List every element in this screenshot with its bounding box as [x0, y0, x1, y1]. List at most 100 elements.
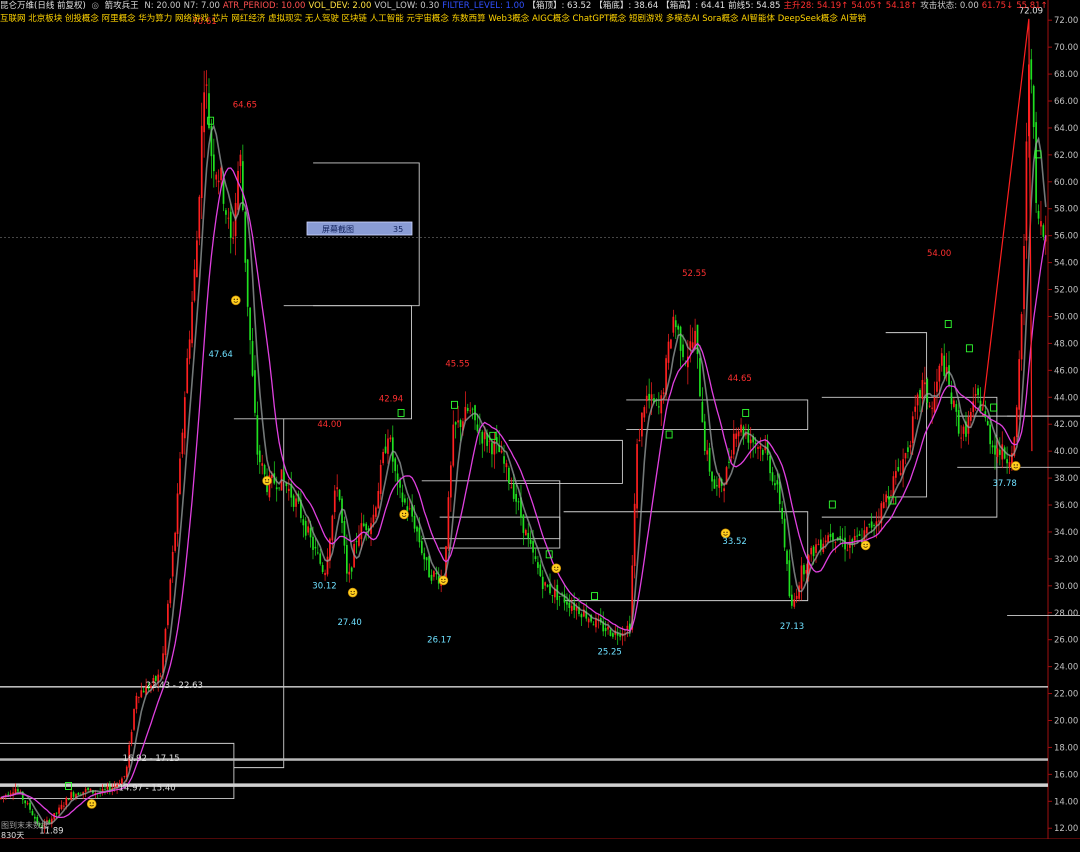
y-tick-label: 62.00: [1054, 151, 1078, 161]
candle-body: [636, 444, 638, 509]
smiley-icon: [551, 563, 562, 574]
candle-body: [488, 440, 491, 442]
candle-body: [899, 472, 902, 476]
candle-body: [868, 523, 871, 525]
candle-body: [510, 487, 513, 489]
candle-body: [706, 450, 709, 455]
candle-body: [401, 492, 404, 503]
candle-body: [171, 551, 174, 577]
buy-signal-icon: [990, 403, 998, 412]
candle-body: [452, 424, 455, 466]
smiley-eye: [264, 479, 267, 481]
candle-body: [72, 792, 75, 797]
candle-body: [394, 458, 397, 472]
smiley-eye: [441, 578, 443, 581]
candle-body: [333, 490, 336, 513]
price-label: 52.55: [682, 269, 706, 279]
param-value: 61.75↓: [981, 1, 1014, 11]
candle-body: [882, 502, 885, 508]
candle-body: [169, 579, 172, 604]
candle-body: [375, 507, 377, 517]
y-tick-label: 32.00: [1054, 555, 1078, 565]
candle-body: [957, 410, 960, 434]
price-label: 42.94: [379, 394, 403, 404]
candle-body: [307, 526, 310, 533]
candle-body: [191, 301, 193, 344]
smiley-eye: [350, 590, 352, 593]
candle-body: [718, 478, 721, 488]
candle-body: [921, 379, 924, 399]
price-label: 44.65: [727, 374, 751, 384]
candle-body: [648, 393, 651, 400]
candle-body: [974, 394, 977, 396]
buy-signal-icon: [591, 592, 598, 601]
candle-body: [962, 426, 965, 434]
candle-body: [1040, 221, 1042, 227]
candle-body: [316, 552, 319, 554]
candle-body: [321, 565, 324, 572]
candle-body: [998, 449, 1001, 455]
settings-icon[interactable]: ◎: [92, 1, 99, 11]
candle-body: [643, 407, 646, 418]
smiley-eye: [554, 566, 556, 569]
stock-title[interactable]: 昆仑万维(日线 前复权): [0, 1, 86, 11]
param-value: N7: 7.00: [183, 1, 220, 11]
price-axis: 12.00 14.00 16.00 18.00 20.00 22.00 24.00 26.00…: [1048, 16, 1078, 834]
candle-body: [699, 358, 701, 397]
candle-body: [672, 316, 675, 333]
y-tick-label: 22.00: [1054, 690, 1078, 700]
candle-body: [254, 370, 256, 413]
candle-body: [338, 489, 341, 500]
candle-body: [546, 585, 549, 587]
candle-body: [641, 412, 643, 437]
candle-body: [17, 789, 19, 792]
stock-chart[interactable]: 70.6164.6547.6444.0042.9445.5552.5544.65…: [0, 0, 1080, 852]
candle-body: [989, 424, 992, 445]
candle-body: [55, 812, 58, 814]
candle-body: [774, 483, 776, 486]
candle-body: [203, 92, 206, 133]
candle-body: [309, 527, 312, 538]
candle-body: [977, 388, 979, 396]
y-tick-label: 60.00: [1054, 178, 1078, 188]
candle-body: [549, 584, 551, 594]
smiley-eye: [723, 531, 725, 533]
candle-body: [931, 407, 933, 409]
candle-body: [459, 420, 462, 428]
candle-body: [135, 695, 138, 710]
candle-body: [926, 378, 929, 403]
candle-body: [701, 401, 704, 423]
candle-body: [1006, 459, 1008, 464]
smiley-eye: [726, 531, 728, 533]
candle-body: [283, 472, 285, 481]
candle-body: [237, 170, 239, 210]
candle-body: [524, 529, 527, 536]
y-tick-label: 40.00: [1054, 447, 1078, 457]
candle-body: [205, 84, 208, 86]
buy-signal-icon: [451, 400, 458, 409]
price-label: 45.55: [445, 359, 469, 369]
candle-body: [674, 320, 677, 328]
candle-body: [292, 495, 295, 507]
y-tick-label: 36.00: [1054, 501, 1078, 511]
candle-body: [249, 307, 251, 341]
indicator-name[interactable]: 箭攻兵王: [105, 1, 139, 11]
screenshot-tooltip[interactable]: 屏幕截图 35: [306, 221, 413, 236]
candle-body: [106, 786, 109, 790]
candle-body: [820, 539, 822, 549]
candle-body: [986, 421, 989, 426]
candle-body: [186, 358, 189, 393]
candle-body: [63, 805, 65, 807]
candle-body: [396, 473, 399, 482]
candle-body: [938, 365, 941, 382]
candle-body: [449, 465, 452, 498]
candle-body: [196, 240, 198, 278]
buy-signal-icon: [965, 344, 973, 353]
footer-bar: [0, 839, 1080, 852]
y-tick-label: 14.00: [1054, 797, 1078, 807]
candle-body: [878, 520, 880, 522]
candle-body: [723, 488, 725, 492]
candle-body: [200, 125, 203, 199]
y-tick-label: 26.00: [1054, 636, 1078, 646]
candle-body: [208, 93, 210, 129]
